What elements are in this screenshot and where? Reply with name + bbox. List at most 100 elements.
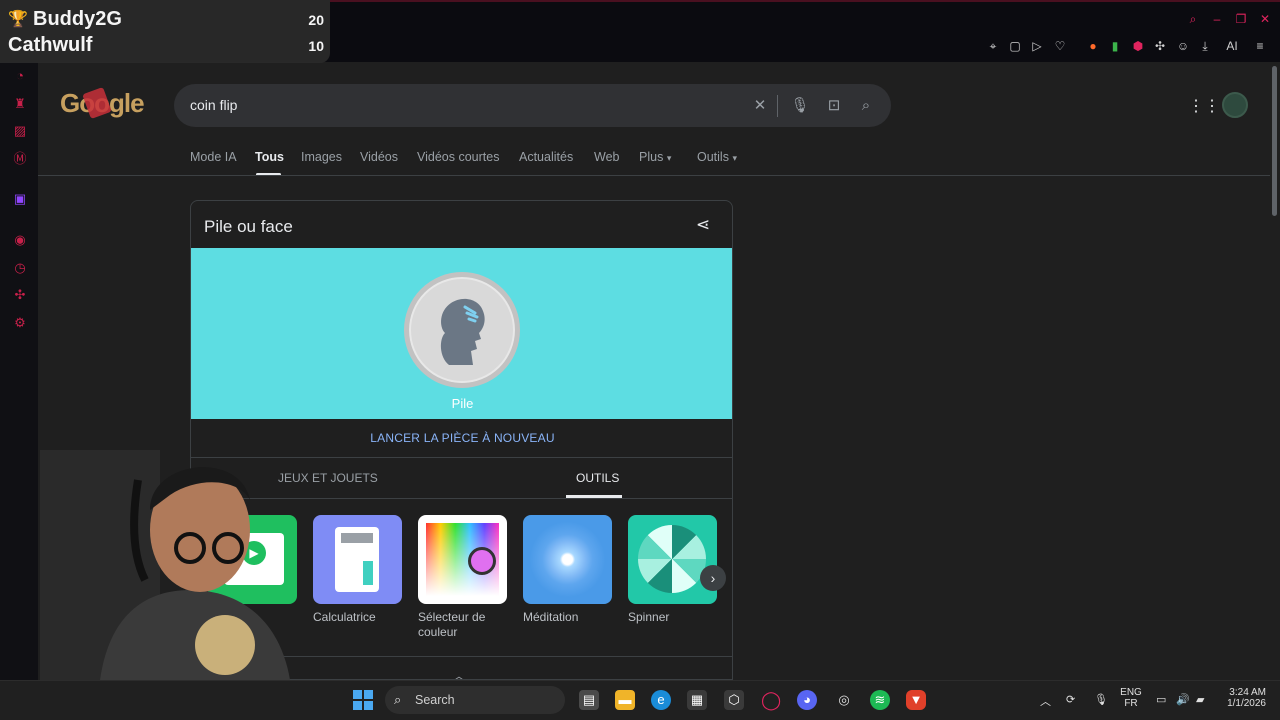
file-explorer-icon[interactable]: ▬ [615,690,635,710]
start-tile [364,690,373,699]
player-name: Buddy2G [33,8,122,30]
tool-tile [418,515,507,604]
puzzle-icon[interactable]: ✣ [1152,38,1168,54]
restore-icon[interactable]: ❐ [1234,12,1248,26]
coin-display[interactable]: Pile [191,248,732,419]
search-box[interactable]: coin flip ✕ 🎙 ⊡ ⌕ [174,84,891,127]
trophy-icon: 🏆 [8,11,28,28]
chevron-down-icon: ▾ [666,153,672,163]
ai-button[interactable]: AI [1220,38,1244,54]
tab-plus[interactable]: Plus ▾ [639,150,671,164]
coin-result-label: Pile [451,396,474,411]
tab-outils[interactable]: Outils ▾ [697,150,737,164]
clear-icon[interactable]: ✕ [750,96,770,116]
clock-time: 3:24 AM [1229,687,1266,698]
tab-web[interactable]: Web [594,150,619,164]
tool-label: Méditation [523,610,579,624]
search-icon[interactable]: ⌕ [856,96,876,116]
speed-dial-icon[interactable]: ◔ [12,68,28,84]
tab-images[interactable]: Images [301,150,342,164]
profile-icon[interactable]: ☺ [1175,38,1191,54]
task-view-icon[interactable]: ▤ [579,690,599,710]
extension-icon[interactable]: ● [1085,38,1101,54]
player-icon[interactable]: ◉ [12,232,28,248]
spotify-icon[interactable]: ≋ [870,690,890,710]
language-indicator[interactable]: ENG FR [1120,687,1142,709]
tool-tile [313,515,402,604]
taskbar-search[interactable]: ⌕ Search [385,686,565,714]
extensions-sidebar-icon[interactable]: ✣ [12,287,28,303]
clock[interactable]: 3:24 AM 1/1/2026 [1222,687,1266,709]
windows-start-icon[interactable] [353,690,373,710]
language-primary: ENG [1120,687,1142,698]
opera-gx-icon[interactable]: ◯ [761,690,781,710]
chevron-up-icon[interactable]: ︿ [1040,693,1051,709]
subtab-outils[interactable]: OUTILS [576,471,619,485]
player-name: Cathwulf [8,34,93,56]
microphone-icon[interactable]: 🎙 [790,96,810,116]
search-divider [777,95,778,117]
history-icon[interactable]: ◷ [12,260,28,276]
aria-icon[interactable]: ♜ [12,96,28,112]
start-tile [353,690,362,699]
ublock-icon[interactable]: ⬢ [1130,38,1146,54]
obs-icon[interactable]: ◎ [834,690,854,710]
calculator-key [363,561,373,585]
brave-icon[interactable]: ▼ [906,690,926,710]
search-input[interactable]: coin flip [190,97,237,113]
discord-icon[interactable]: ◕ [797,690,817,710]
chevron-up-icon[interactable]: ︿ [453,667,465,679]
webcam-person [40,450,290,680]
avatar[interactable] [1222,92,1248,118]
spinner-wheel-icon [638,525,706,593]
tool-selecteur-de-couleur[interactable]: Sélecteur de couleur [418,515,507,640]
tab-tous[interactable]: Tous [255,150,284,164]
tab-actualites[interactable]: Actualités [519,150,573,164]
tool-tile [628,515,717,604]
snapshot-icon[interactable]: ▢ [1007,38,1023,54]
twitch-icon[interactable]: ▣ [12,191,28,207]
subtab-jeux-et-jouets[interactable]: JEUX ET JOUETS [278,471,378,485]
play-icon[interactable]: ▷ [1029,38,1045,54]
display-icon[interactable]: ▭ [1156,693,1166,706]
downloads-icon[interactable]: ⤓ [1197,38,1213,54]
heart-icon[interactable]: ♡ [1052,38,1068,54]
settings-icon[interactable]: ⚙ [12,315,28,331]
menu-icon[interactable]: ≡ [1252,38,1268,54]
wallet-icon[interactable]: ▨ [12,123,28,139]
store-icon[interactable]: ▦ [687,690,707,710]
search-icon[interactable]: ⌕ [1186,12,1200,26]
tool-tile [523,515,612,604]
minimize-icon[interactable]: – [1210,12,1224,26]
player-score: 10 [308,38,324,54]
windows-taskbar [0,680,1280,720]
tab-videos[interactable]: Vidéos [360,150,398,164]
tab-videos-courtes[interactable]: Vidéos courtes [417,150,499,164]
share-icon[interactable]: ⋖ [693,215,713,235]
close-icon[interactable]: ✕ [1258,12,1272,26]
messenger-icon[interactable]: Ⓜ [12,151,28,167]
pin-icon[interactable]: ⌖ [985,38,1001,54]
tool-calculatrice[interactable]: Calculatrice [313,515,402,625]
chevron-right-icon[interactable]: › [700,565,726,591]
search-icon: ⌕ [394,692,402,707]
player-score: 20 [308,12,324,28]
battery-icon[interactable]: ▰ [1196,693,1204,706]
taskbar-search-label: Search [415,693,455,707]
coin[interactable] [404,272,520,388]
tool-meditation[interactable]: Méditation [523,515,612,625]
sync-icon[interactable]: ⟳ [1066,693,1075,706]
scrollbar-thumb[interactable] [1272,66,1277,216]
app-icon[interactable]: ⬡ [724,690,744,710]
apps-grid-icon[interactable]: ⋮⋮ [1188,96,1220,115]
tabs-divider [38,175,1270,176]
download-extension-icon[interactable]: ▮ [1107,38,1123,54]
tab-mode-ia[interactable]: Mode IA [190,150,237,164]
edge-icon[interactable]: e [651,690,671,710]
microphone-icon[interactable]: 🎙 [1094,693,1108,706]
tool-label: Spinner [628,610,670,624]
language-secondary: FR [1124,698,1138,709]
volume-icon[interactable]: 🔊 [1176,693,1190,706]
lens-icon[interactable]: ⊡ [824,96,844,116]
tool-label: Sélecteur de couleur [418,610,486,639]
